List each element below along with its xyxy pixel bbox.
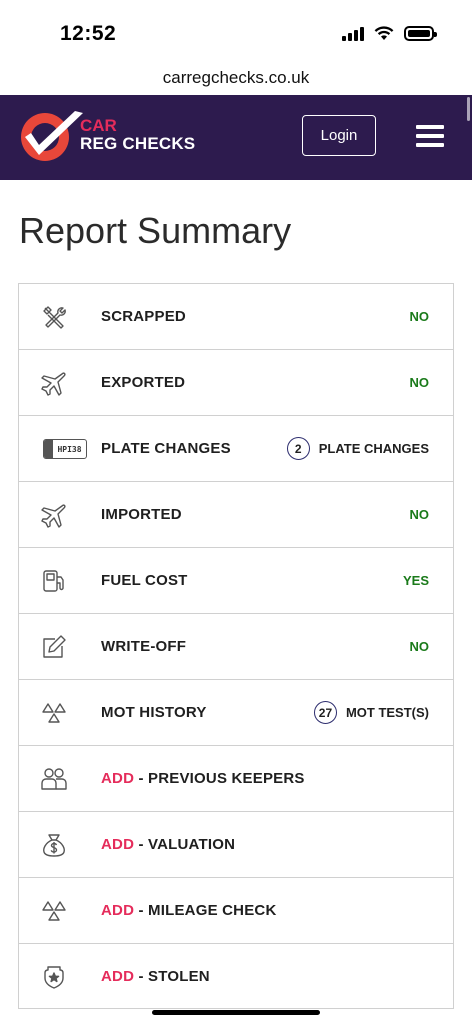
edit-icon xyxy=(41,634,67,660)
battery-icon xyxy=(404,26,437,41)
row-value: NO xyxy=(409,309,430,324)
report-summary-list: SCRAPPED NO EXPORTED NO HPI38 PLATE CHAN… xyxy=(18,283,454,1009)
row-label: MOT HISTORY xyxy=(101,704,207,721)
row-label: PLATE CHANGES xyxy=(101,440,231,457)
row-label: IMPORTED xyxy=(101,506,182,523)
logo-line2: REG CHECKS xyxy=(80,134,196,153)
list-item-exported[interactable]: EXPORTED NO xyxy=(18,349,454,415)
money-bag-icon xyxy=(41,832,67,858)
status-bar: 12:52 xyxy=(0,0,472,64)
add-link[interactable]: ADD xyxy=(101,968,134,985)
tools-icon xyxy=(41,304,67,330)
row-value: 2 PLATE CHANGES xyxy=(286,437,429,460)
status-icons xyxy=(342,26,437,41)
row-value: 27 MOT TEST(S) xyxy=(313,701,429,724)
logo-line1: CAR xyxy=(80,116,117,135)
list-item-previous-keepers[interactable]: ADD - PREVIOUS KEEPERS xyxy=(18,745,454,811)
add-link[interactable]: ADD xyxy=(101,902,134,919)
status-time: 12:52 xyxy=(60,22,117,45)
list-item-mileage-check[interactable]: ADD - MILEAGE CHECK xyxy=(18,877,454,943)
people-icon xyxy=(41,766,67,792)
row-label: FUEL COST xyxy=(101,572,188,589)
plane-icon xyxy=(41,370,67,396)
site-header: CAR REG CHECKS Login xyxy=(0,95,472,180)
row-label: ADD - VALUATION xyxy=(101,836,236,853)
row-value: NO xyxy=(409,639,430,654)
plane-icon xyxy=(41,502,67,528)
badge-icon xyxy=(41,964,67,990)
row-label: WRITE-OFF xyxy=(101,638,187,655)
plate-text: HPI38 xyxy=(57,444,82,454)
signal-icon xyxy=(342,26,364,41)
list-item-plate-changes[interactable]: HPI38 PLATE CHANGES 2 PLATE CHANGES xyxy=(18,415,454,481)
list-item-mot-history[interactable]: MOT HISTORY 27 MOT TEST(S) xyxy=(18,679,454,745)
scrollbar xyxy=(467,97,470,121)
count-label: PLATE CHANGES xyxy=(318,441,429,456)
list-item-stolen[interactable]: ADD - STOLEN xyxy=(18,943,454,1009)
list-item-valuation[interactable]: ADD - VALUATION xyxy=(18,811,454,877)
logo-icon[interactable] xyxy=(17,107,87,163)
wifi-icon xyxy=(374,26,394,40)
login-button[interactable]: Login xyxy=(302,115,376,156)
page-title: Report Summary xyxy=(19,210,292,251)
plate-icon: HPI38 xyxy=(43,439,87,459)
row-label: EXPORTED xyxy=(101,374,186,391)
count-label: MOT TEST(S) xyxy=(345,705,429,720)
list-item-scrapped[interactable]: SCRAPPED NO xyxy=(18,283,454,349)
row-label: SCRAPPED xyxy=(101,308,186,325)
row-label: ADD - MILEAGE CHECK xyxy=(101,902,277,919)
list-item-write-off[interactable]: WRITE-OFF NO xyxy=(18,613,454,679)
row-value: YES xyxy=(402,573,429,588)
count-badge: 27 xyxy=(313,701,337,724)
url-bar[interactable]: carregchecks.co.uk xyxy=(0,64,472,95)
logo-text[interactable]: CAR REG CHECKS xyxy=(80,117,195,153)
add-link[interactable]: ADD xyxy=(101,836,134,853)
list-item-imported[interactable]: IMPORTED NO xyxy=(18,481,454,547)
hamburger-menu-icon[interactable] xyxy=(416,125,444,147)
list-item-fuel-cost[interactable]: FUEL COST YES xyxy=(18,547,454,613)
row-value: NO xyxy=(409,507,430,522)
add-link[interactable]: ADD xyxy=(101,770,134,787)
row-label: ADD - STOLEN xyxy=(101,967,210,985)
row-value: NO xyxy=(409,375,430,390)
count-badge: 2 xyxy=(286,437,310,460)
row-label: ADD - PREVIOUS KEEPERS xyxy=(101,770,305,787)
cones-icon xyxy=(41,898,67,924)
home-indicator[interactable] xyxy=(152,1010,320,1015)
fuel-icon xyxy=(41,568,67,594)
cones-icon xyxy=(41,700,67,726)
